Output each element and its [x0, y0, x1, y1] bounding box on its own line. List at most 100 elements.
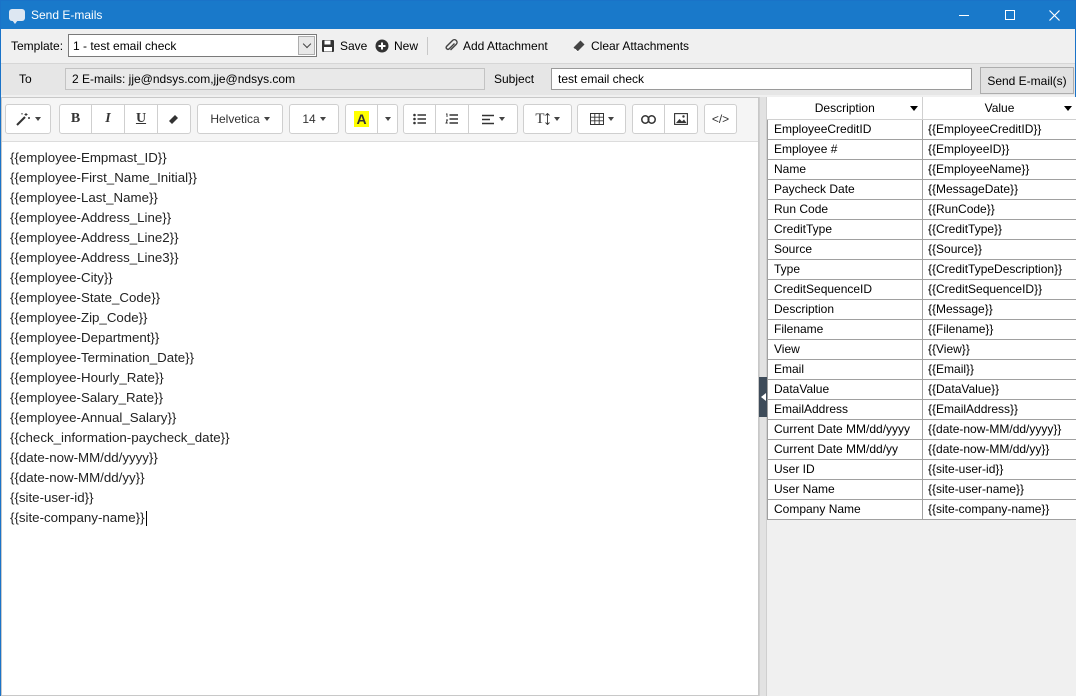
- description-cell[interactable]: Type: [767, 258, 923, 280]
- value-cell[interactable]: {{site-user-id}}: [922, 458, 1076, 480]
- table-row[interactable]: Current Date MM/dd/yy {{date-now-MM/dd/yy…: [767, 438, 1076, 460]
- table-row[interactable]: Employee # {{EmployeeID}}: [767, 138, 1076, 160]
- description-cell[interactable]: Filename: [767, 318, 923, 340]
- description-cell[interactable]: Name: [767, 158, 923, 180]
- paperclip-icon: [444, 39, 458, 53]
- value-cell[interactable]: {{EmailAddress}}: [922, 398, 1076, 420]
- ordered-list-button[interactable]: [436, 104, 469, 134]
- value-cell[interactable]: {{MessageDate}}: [922, 178, 1076, 200]
- value-cell[interactable]: {{date-now-MM/dd/yy}}: [922, 438, 1076, 460]
- new-button[interactable]: New: [375, 37, 418, 55]
- value-cell[interactable]: {{site-user-name}}: [922, 478, 1076, 500]
- table-row[interactable]: View {{View}}: [767, 338, 1076, 360]
- subject-input[interactable]: test email check: [551, 68, 972, 90]
- unordered-list-button[interactable]: [403, 104, 436, 134]
- font-family-select[interactable]: Helvetica: [197, 104, 283, 134]
- description-cell[interactable]: CreditType: [767, 218, 923, 240]
- clear-attachments-button[interactable]: Clear Attachments: [572, 37, 689, 55]
- value-cell[interactable]: {{EmployeeCreditID}}: [922, 118, 1076, 140]
- save-button[interactable]: Save: [321, 37, 367, 55]
- value-cell[interactable]: {{View}}: [922, 338, 1076, 360]
- panel-splitter[interactable]: [759, 97, 768, 696]
- description-cell[interactable]: Current Date MM/dd/yyyy: [767, 418, 923, 440]
- value-cell[interactable]: {{Email}}: [922, 358, 1076, 380]
- table-row[interactable]: Run Code {{RunCode}}: [767, 198, 1076, 220]
- italic-button[interactable]: I: [92, 104, 125, 134]
- value-cell[interactable]: {{date-now-MM/dd/yyyy}}: [922, 418, 1076, 440]
- table-row[interactable]: User ID {{site-user-id}}: [767, 458, 1076, 480]
- description-cell[interactable]: Source: [767, 238, 923, 260]
- description-cell[interactable]: EmployeeCreditID: [767, 118, 923, 140]
- color-dropdown-button[interactable]: [378, 104, 398, 134]
- send-emails-button[interactable]: Send E-mail(s): [980, 67, 1074, 94]
- table-row[interactable]: Paycheck Date {{MessageDate}}: [767, 178, 1076, 200]
- description-cell[interactable]: Company Name: [767, 498, 923, 520]
- table-row[interactable]: Email {{Email}}: [767, 358, 1076, 380]
- magic-wand-button[interactable]: [5, 104, 51, 134]
- description-cell[interactable]: View: [767, 338, 923, 360]
- table-row[interactable]: EmployeeCreditID {{EmployeeCreditID}}: [767, 118, 1076, 140]
- editor-line: {{employee-Last_Name}}: [10, 188, 758, 208]
- value-cell[interactable]: {{EmployeeName}}: [922, 158, 1076, 180]
- maximize-button[interactable]: [987, 1, 1033, 29]
- editor-line-text: {{employee-Zip_Code}}: [10, 310, 148, 325]
- add-attachment-button[interactable]: Add Attachment: [444, 37, 548, 55]
- table-row[interactable]: User Name {{site-user-name}}: [767, 478, 1076, 500]
- description-cell[interactable]: Email: [767, 358, 923, 380]
- editor-content[interactable]: {{employee-Empmast_ID}} {{employee-First_…: [2, 148, 758, 528]
- value-cell[interactable]: {{DataValue}}: [922, 378, 1076, 400]
- description-cell[interactable]: EmailAddress: [767, 398, 923, 420]
- column-header-value[interactable]: Value: [922, 97, 1076, 120]
- code-view-button[interactable]: </>: [704, 104, 737, 134]
- value-cell[interactable]: {{CreditTypeDescription}}: [922, 258, 1076, 280]
- value-cell[interactable]: {{site-company-name}}: [922, 498, 1076, 520]
- description-cell[interactable]: Run Code: [767, 198, 923, 220]
- clear-format-button[interactable]: [158, 104, 191, 134]
- description-cell[interactable]: User Name: [767, 478, 923, 500]
- value-cell[interactable]: {{EmployeeID}}: [922, 138, 1076, 160]
- value-cell[interactable]: {{CreditType}}: [922, 218, 1076, 240]
- font-size-select[interactable]: 14: [289, 104, 339, 134]
- description-cell[interactable]: Paycheck Date: [767, 178, 923, 200]
- highlight-color-button[interactable]: A: [345, 104, 378, 134]
- value-cell[interactable]: {{Filename}}: [922, 318, 1076, 340]
- table-row[interactable]: DataValue {{DataValue}}: [767, 378, 1076, 400]
- underline-button[interactable]: U: [125, 104, 158, 134]
- insert-table-button[interactable]: [577, 104, 626, 134]
- table-row[interactable]: EmailAddress {{EmailAddress}}: [767, 398, 1076, 420]
- template-select[interactable]: 1 - test email check: [68, 34, 317, 57]
- editor-line-text: {{employee-Empmast_ID}}: [10, 150, 167, 165]
- value-cell[interactable]: {{RunCode}}: [922, 198, 1076, 220]
- description-cell[interactable]: Description: [767, 298, 923, 320]
- table-row[interactable]: CreditType {{CreditType}}: [767, 218, 1076, 240]
- editor-line: {{employee-Termination_Date}}: [10, 348, 758, 368]
- value-cell[interactable]: {{Message}}: [922, 298, 1076, 320]
- table-row[interactable]: Description {{Message}}: [767, 298, 1076, 320]
- table-row[interactable]: Source {{Source}}: [767, 238, 1076, 260]
- column-header-description[interactable]: Description: [767, 97, 923, 120]
- line-height-button[interactable]: T: [523, 104, 572, 134]
- insert-image-button[interactable]: [665, 104, 698, 134]
- insert-link-button[interactable]: [632, 104, 665, 134]
- minimize-button[interactable]: [941, 1, 987, 29]
- close-button[interactable]: [1031, 1, 1076, 29]
- paragraph-align-button[interactable]: [469, 104, 518, 134]
- table-row[interactable]: CreditSequenceID {{CreditSequenceID}}: [767, 278, 1076, 300]
- value-cell[interactable]: {{CreditSequenceID}}: [922, 278, 1076, 300]
- description-cell[interactable]: Current Date MM/dd/yy: [767, 438, 923, 460]
- table-row[interactable]: Name {{EmployeeName}}: [767, 158, 1076, 180]
- value-cell[interactable]: {{Source}}: [922, 238, 1076, 260]
- editor-line-text: {{employee-Hourly_Rate}}: [10, 370, 164, 385]
- to-field[interactable]: 2 E-mails: jje@ndsys.com,jje@ndsys.com: [65, 68, 485, 90]
- table-row[interactable]: Current Date MM/dd/yyyy {{date-now-MM/dd/…: [767, 418, 1076, 440]
- table-row[interactable]: Filename {{Filename}}: [767, 318, 1076, 340]
- description-cell[interactable]: CreditSequenceID: [767, 278, 923, 300]
- description-cell[interactable]: DataValue: [767, 378, 923, 400]
- add-attachment-label: Add Attachment: [463, 39, 548, 53]
- table-row[interactable]: Company Name {{site-company-name}}: [767, 498, 1076, 520]
- bold-button[interactable]: B: [59, 104, 92, 134]
- table-row[interactable]: Type {{CreditTypeDescription}}: [767, 258, 1076, 280]
- template-dropdown-button[interactable]: [298, 36, 315, 55]
- description-cell[interactable]: Employee #: [767, 138, 923, 160]
- description-cell[interactable]: User ID: [767, 458, 923, 480]
